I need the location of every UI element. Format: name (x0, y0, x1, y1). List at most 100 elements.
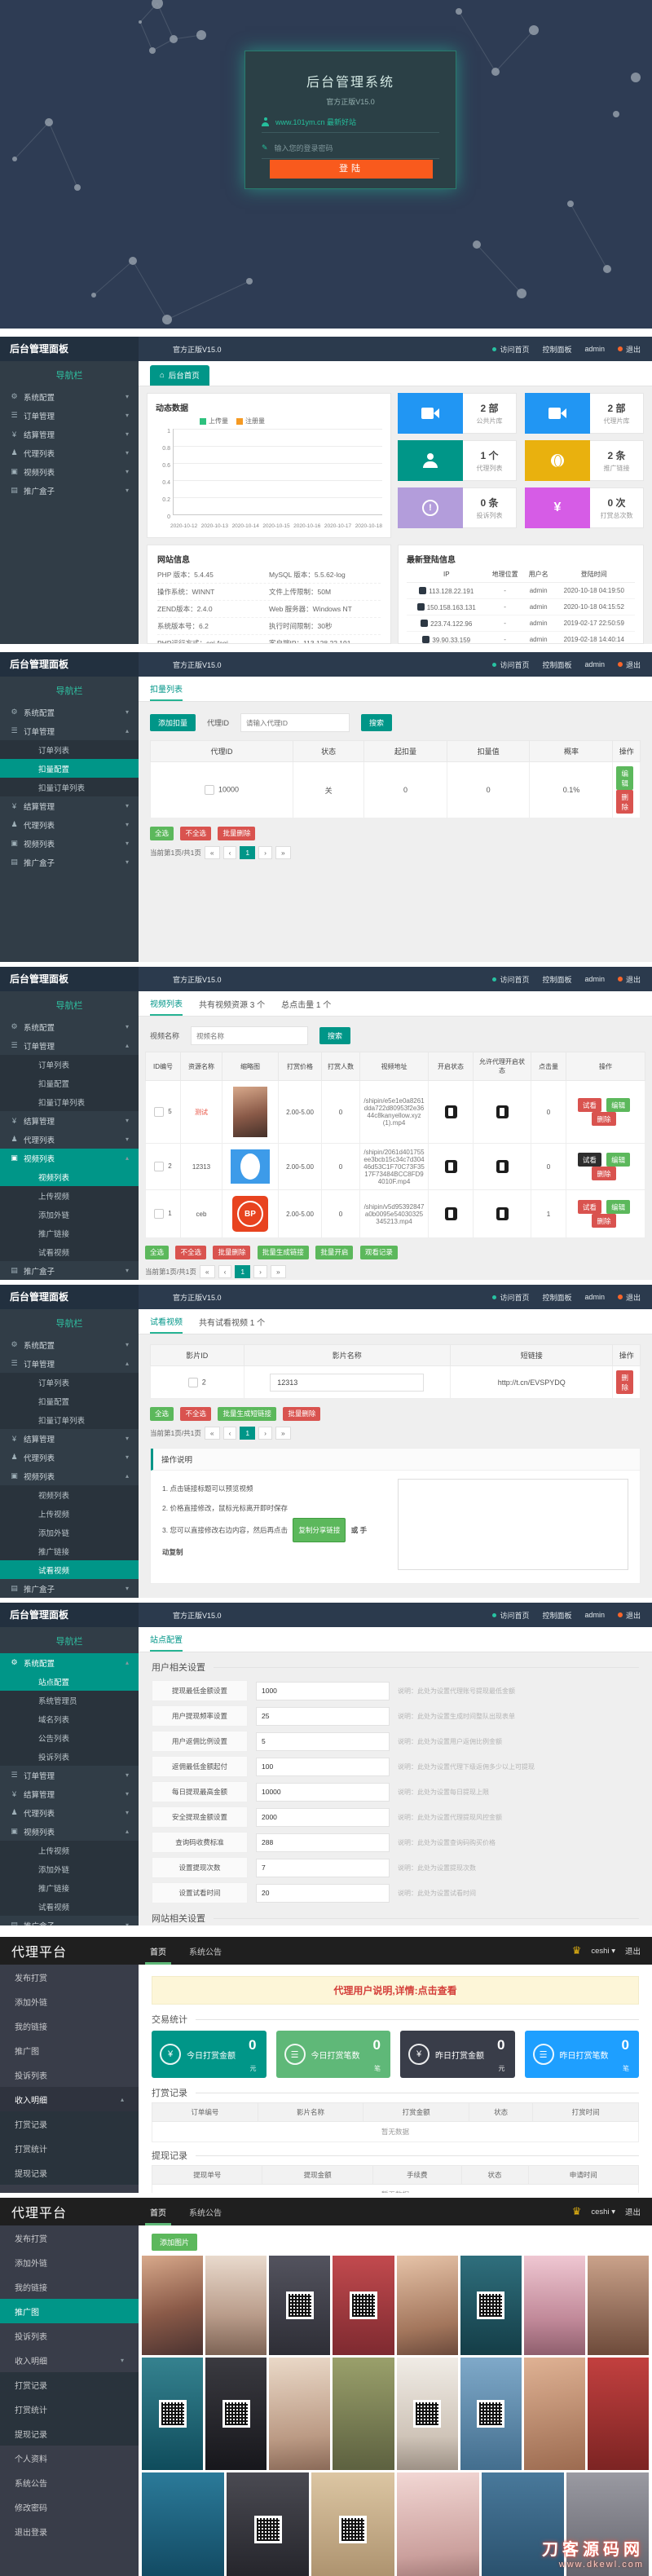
row-checkbox[interactable] (154, 1107, 164, 1117)
promo-photo[interactable] (205, 2256, 267, 2355)
promo-photo[interactable] (205, 2358, 267, 2470)
promo-photo[interactable] (269, 2358, 330, 2470)
pager-page-1[interactable]: 1 (235, 1265, 250, 1278)
bulk-action-button[interactable]: 观看记录 (360, 1246, 398, 1259)
sidebar-item[interactable]: ¥ 结算管理 ▾ (0, 1429, 139, 1448)
setting-input[interactable] (256, 1859, 390, 1877)
pager-first[interactable]: « (205, 1427, 220, 1440)
agent-logout-link[interactable]: 退出 (625, 2206, 641, 2217)
sidebar-item[interactable]: 打赏记录 (0, 2111, 139, 2136)
search-button[interactable]: 搜索 (361, 714, 392, 731)
tab-announcements[interactable]: 系统公告 (178, 2198, 233, 2225)
sidebar-item[interactable]: ▤ 推广盒子 ▾ (0, 1579, 139, 1598)
sidebar-item[interactable]: 添加外链 (0, 2250, 139, 2274)
bulk-action-button[interactable]: 批量开启 (315, 1246, 353, 1259)
row-checkbox[interactable] (154, 1162, 164, 1171)
sidebar-item[interactable]: ⚙ 系统配置 ▾ (0, 387, 139, 406)
promo-photo[interactable] (269, 2256, 330, 2355)
sidebar-item[interactable]: ♟ 代理列表 ▾ (0, 443, 139, 462)
visit-site-link[interactable]: 访问首页 (492, 659, 529, 670)
sidebar-item[interactable]: 投诉列表 (0, 2062, 139, 2087)
pager-last[interactable]: » (275, 846, 291, 859)
tab-deduction-list[interactable]: 扣量列表 (150, 682, 183, 701)
promo-photo[interactable] (333, 2256, 394, 2355)
sidebar-item[interactable]: ☰ 订单管理 ▾ (0, 1766, 139, 1784)
promo-photo[interactable] (142, 2472, 224, 2576)
sidebar-item[interactable]: 公告列表 (0, 1728, 139, 1747)
sidebar-item[interactable]: ⚙ 系统配置 ▾ (0, 1017, 139, 1036)
add-image-button[interactable]: 添加图片 (152, 2234, 197, 2251)
sidebar-item[interactable]: 添加外链 (0, 1859, 139, 1878)
sidebar-item[interactable]: ♟ 代理列表 ▾ (0, 1130, 139, 1149)
sidebar-item[interactable]: 发布打赏 (0, 2225, 139, 2250)
sidebar-item[interactable]: ☰ 订单管理 ▴ (0, 721, 139, 740)
sidebar-item[interactable]: ☰ 订单管理 ▴ (0, 1354, 139, 1373)
bulk-action-button[interactable]: 不全选 (175, 1246, 206, 1259)
delete-button[interactable]: 删除 (592, 1112, 615, 1126)
promo-photo[interactable] (460, 2358, 522, 2470)
bulk-action-button[interactable]: 全选 (145, 1246, 169, 1259)
sidebar-item[interactable]: 投诉列表 (0, 2323, 139, 2348)
admin-user-link[interactable]: admin (584, 345, 605, 353)
control-panel-link[interactable]: 控制面板 (542, 344, 571, 355)
sidebar-item[interactable]: 扣量配置 (0, 1392, 139, 1410)
admin-user-link[interactable]: admin (584, 1293, 605, 1301)
promo-photo[interactable] (588, 2256, 649, 2355)
sidebar-item[interactable]: ▤ 推广盒子 ▾ (0, 1916, 139, 1925)
sidebar-item[interactable]: 添加外链 (0, 1989, 139, 2014)
promo-photo[interactable] (142, 2256, 203, 2355)
sidebar-item[interactable]: ⚙ 系统配置 ▾ (0, 703, 139, 721)
agent-username[interactable]: ceshi ▾ (591, 2208, 615, 2217)
password-field[interactable]: ✎ 输入您的登录密码 (262, 143, 439, 159)
setting-input[interactable] (256, 1758, 390, 1776)
sidebar-item[interactable]: ¥ 结算管理 ▾ (0, 1784, 139, 1803)
edit-button[interactable]: 编辑 (606, 1153, 630, 1167)
sidebar-item[interactable]: 退出登录 (0, 2519, 139, 2543)
sidebar-item[interactable]: ☰ 订单管理 ▾ (0, 406, 139, 425)
sidebar-item[interactable]: 扣量订单列表 (0, 778, 139, 796)
promo-photo[interactable] (397, 2472, 479, 2576)
delete-button[interactable]: 删除 (592, 1214, 615, 1228)
login-button[interactable]: 登陆 (270, 160, 433, 179)
sidebar-item[interactable]: ⚙ 系统配置 ▾ (0, 1335, 139, 1354)
edit-button[interactable]: 编辑 (606, 1200, 630, 1214)
agent-username[interactable]: ceshi ▾ (591, 1947, 615, 1956)
tab-trial-video[interactable]: 试看视频 (150, 1315, 183, 1334)
agent-enable-toggle[interactable] (496, 1105, 509, 1118)
pager-first[interactable]: « (200, 1265, 215, 1278)
promo-photo[interactable] (460, 2256, 522, 2355)
bulk-action-button[interactable]: 批量删除 (218, 827, 255, 840)
logout-link[interactable]: 退出 (618, 344, 641, 355)
copy-share-link-button[interactable]: 复制分享链接 (293, 1518, 346, 1542)
video-thumbnail[interactable] (231, 1149, 270, 1184)
sidebar-item[interactable]: 我的链接 (0, 2274, 139, 2299)
sidebar-item[interactable]: 试看视频 (0, 1560, 139, 1579)
sidebar-item[interactable]: 提现记录 (0, 2160, 139, 2185)
tab-dashboard[interactable]: ⌂ 后台首页 (150, 365, 209, 386)
enable-toggle[interactable] (445, 1207, 457, 1220)
pager-prev[interactable]: ‹ (218, 1265, 232, 1278)
sidebar-item[interactable]: ⚙ 系统配置 ▴ (0, 1653, 139, 1672)
sidebar-item[interactable]: ¥ 结算管理 ▾ (0, 425, 139, 443)
bulk-action-button[interactable]: 全选 (150, 1407, 174, 1421)
bulk-action-button[interactable]: 批量删除 (283, 1407, 320, 1421)
promo-photo[interactable] (142, 2358, 203, 2470)
enable-toggle[interactable] (445, 1160, 457, 1173)
sidebar-item[interactable]: 上传视频 (0, 1504, 139, 1523)
edit-button[interactable]: 编辑 (606, 1098, 630, 1112)
pager-last[interactable]: » (271, 1265, 286, 1278)
promo-photo[interactable] (333, 2358, 394, 2470)
visit-site-link[interactable]: 访问首页 (492, 1610, 529, 1621)
copy-textarea[interactable] (398, 1479, 628, 1570)
row-checkbox[interactable] (205, 785, 214, 795)
bulk-action-button[interactable]: 不全选 (180, 827, 211, 840)
agent-enable-toggle[interactable] (496, 1160, 509, 1173)
pager-next[interactable]: › (258, 1427, 272, 1440)
sidebar-item[interactable]: 上传视频 (0, 1186, 139, 1205)
sidebar-item[interactable]: 收入明细 ▾ (0, 2348, 139, 2372)
control-panel-link[interactable]: 控制面板 (542, 1292, 571, 1303)
sidebar-item[interactable]: 视频列表 (0, 1485, 139, 1504)
admin-user-link[interactable]: admin (584, 975, 605, 983)
pager-page-1[interactable]: 1 (240, 1427, 255, 1440)
setting-input[interactable] (256, 1783, 390, 1802)
